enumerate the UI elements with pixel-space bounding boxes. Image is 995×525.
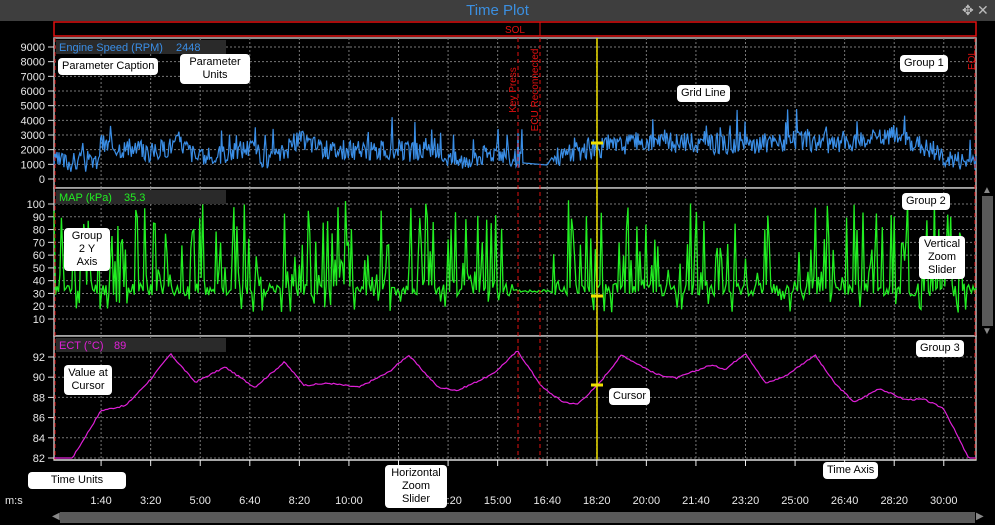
plot-panel-2 [53,187,977,337]
x-tick-label: 18:20 [583,495,611,507]
plot-panel-3 [53,335,977,461]
callout-group3: Group 3 [916,340,964,357]
y-tick-label: 6000 [21,86,45,98]
callout-grid-line: Grid Line [677,85,730,102]
value-at-cursor: 35.3 [124,192,145,204]
x-tick-label: 30:00 [930,495,958,507]
value-at-cursor: 89 [114,340,126,352]
x-tick-label: 8:20 [289,495,310,507]
y-tick-label: 10 [33,314,45,326]
y-tick-label: 2000 [21,145,45,157]
y-tick-label: 84 [33,433,45,445]
y-tick-label: 70 [33,237,45,249]
y-tick-label: 1000 [21,159,45,171]
y-tick-label: 4000 [21,115,45,127]
parameter-caption: MAP (kPa) [59,192,112,204]
callout-group2: Group 2 [902,193,950,210]
x-tick-label: 26:40 [831,495,859,507]
sol-label: SOL [505,25,525,36]
callout-time-units: Time Units [28,472,126,489]
scroll-down-icon[interactable]: ▼ [982,327,992,337]
horizontal-zoom-slider[interactable] [60,512,975,523]
callout-cursor: Cursor [609,388,651,405]
x-tick-label: 1:40 [90,495,111,507]
x-tick-label: 20:00 [633,495,661,507]
y-tick-label: 88 [33,392,45,404]
eol-label: EOL [967,50,978,70]
callout-vertical-zoom-slider: Vertical Zoom Slider [919,236,965,279]
vertical-zoom-slider[interactable] [982,196,993,326]
callout-parameter-caption: Parameter Caption [58,58,159,75]
y-tick-label: 90 [33,212,45,224]
y-tick-label: 82 [33,453,45,465]
y-tick-label: 92 [33,352,45,364]
x-tick-label: 5:00 [190,495,211,507]
x-tick-label: 25:00 [781,495,809,507]
x-tick-label: 10:00 [335,495,363,507]
y-tick-label: 20 [33,301,45,313]
y-tick-label: 8000 [21,57,45,69]
x-tick-label: 28:20 [880,495,908,507]
time-units-label: m:s [5,495,23,507]
parameter-caption: Engine Speed (RPM) [59,42,163,54]
y-tick-label: 90 [33,372,45,384]
scroll-right-icon[interactable]: ▶ [976,512,984,522]
x-tick-label: 15:00 [484,495,512,507]
scroll-up-icon[interactable]: ▲ [982,186,992,196]
callout-value-at-cursor: Value at Cursor [64,365,112,395]
event-marker-label: Key Press [508,67,519,113]
y-tick-label: 9000 [21,42,45,54]
callout-time-axis: Time Axis [823,462,879,479]
callout-parameter-units: Parameter Units [180,54,250,84]
cursor-marker [591,141,603,145]
x-tick-label: 16:40 [533,495,561,507]
scroll-left-icon[interactable]: ◀ [52,512,60,522]
y-tick-label: 7000 [21,71,45,83]
x-tick-label: 21:40 [682,495,710,507]
y-tick-label: 40 [33,276,45,288]
y-tick-label: 5000 [21,101,45,113]
parameter-caption: ECT (°C) [59,340,104,352]
y-tick-label: 86 [33,413,45,425]
cursor-marker [591,383,603,387]
y-tick-label: 80 [33,225,45,237]
x-tick-label: 6:40 [239,495,260,507]
time-plot-chart[interactable]: SOL 0 1000 2000 3000 4000 5000 6000 7000 8000 9000… [0,0,995,525]
y-tick-label: 50 [33,263,45,275]
callout-group1: Group 1 [900,55,948,72]
x-tick-label: 23:20 [732,495,760,507]
y-tick-label: 60 [33,250,45,262]
x-tick-label: 3:20 [140,495,161,507]
y-tick-label: 30 [33,288,45,300]
y-tick-label: 3000 [21,130,45,142]
value-at-cursor: 2448 [176,42,200,54]
event-marker-label: ECU Reconnected [530,49,541,132]
callout-horizontal-zoom-slider: Horizontal Zoom Slider [385,465,447,508]
y-tick-label: 0 [39,174,45,186]
callout-group2-y-axis: Group 2 Y Axis [64,228,110,271]
cursor-marker [591,294,603,298]
y-tick-label: 100 [27,199,45,211]
